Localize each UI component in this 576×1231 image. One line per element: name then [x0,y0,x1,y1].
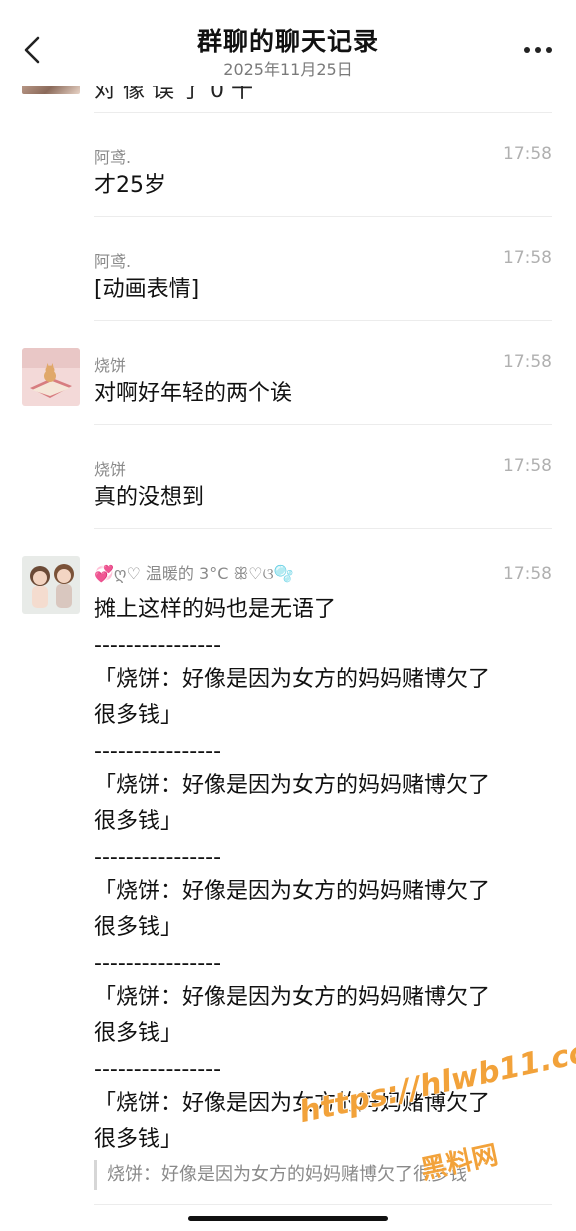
page-title: 群聊的聊天记录 [196,27,379,56]
separator-line: ---------------- [94,739,222,764]
sender-name: 烧饼 [94,356,127,375]
quoted-text: 「烧饼：好像是因为女方的妈妈赌博欠了 [94,879,491,904]
quoted-text: 「烧饼：好像是因为女方的妈妈赌博欠了 [94,667,491,692]
message-text: 对啊好年轻的两个诶 [94,381,293,406]
avatar[interactable] [22,556,80,614]
more-button[interactable] [520,36,556,64]
message-text: 真的没想到 [94,485,205,510]
divider [94,424,552,425]
divider [94,528,552,529]
separator-line: ---------------- [94,633,222,658]
sender-name: 烧饼 [94,460,127,479]
quoted-text: 很多钱」 [94,915,183,940]
message-text: 才25岁 [94,173,166,198]
message-time: 17:58 [503,564,552,584]
avatar[interactable] [22,348,80,406]
divider [94,216,552,217]
message-time: 17:58 [503,456,552,476]
divider [94,1204,552,1205]
message-text: [动画表情] [94,277,200,302]
sender-name: 阿鸢. [94,148,132,167]
quoted-text: 很多钱」 [94,1021,183,1046]
page-date: 2025年11月25日 [223,60,353,79]
separator-line: ---------------- [94,845,222,870]
sender-name: 阿鸢. [94,252,132,271]
quoted-text: 「烧饼：好像是因为女方的妈妈赌博欠了 [94,985,491,1010]
message-text: 摊上这样的妈也是无语了 [94,597,337,622]
separator-line: ---------------- [94,951,222,976]
message-time: 17:58 [503,248,552,268]
divider [94,112,552,113]
quoted-text: 「烧饼：好像是因为女方的妈妈赌博欠了 [94,773,491,798]
sender-name: 💞ღ♡ 温暖的 3°C ꕥ♡ଓ🫧 [94,564,294,583]
home-indicator[interactable] [188,1216,388,1221]
message-time: 17:58 [503,144,552,164]
more-dots-icon [524,47,552,53]
message-time: 17:58 [503,352,552,372]
quoted-text: 很多钱」 [94,809,183,834]
header-bar: 群聊的聊天记录 2025年11月25日 [0,0,576,86]
quoted-text: 很多钱」 [94,703,183,728]
divider [94,320,552,321]
